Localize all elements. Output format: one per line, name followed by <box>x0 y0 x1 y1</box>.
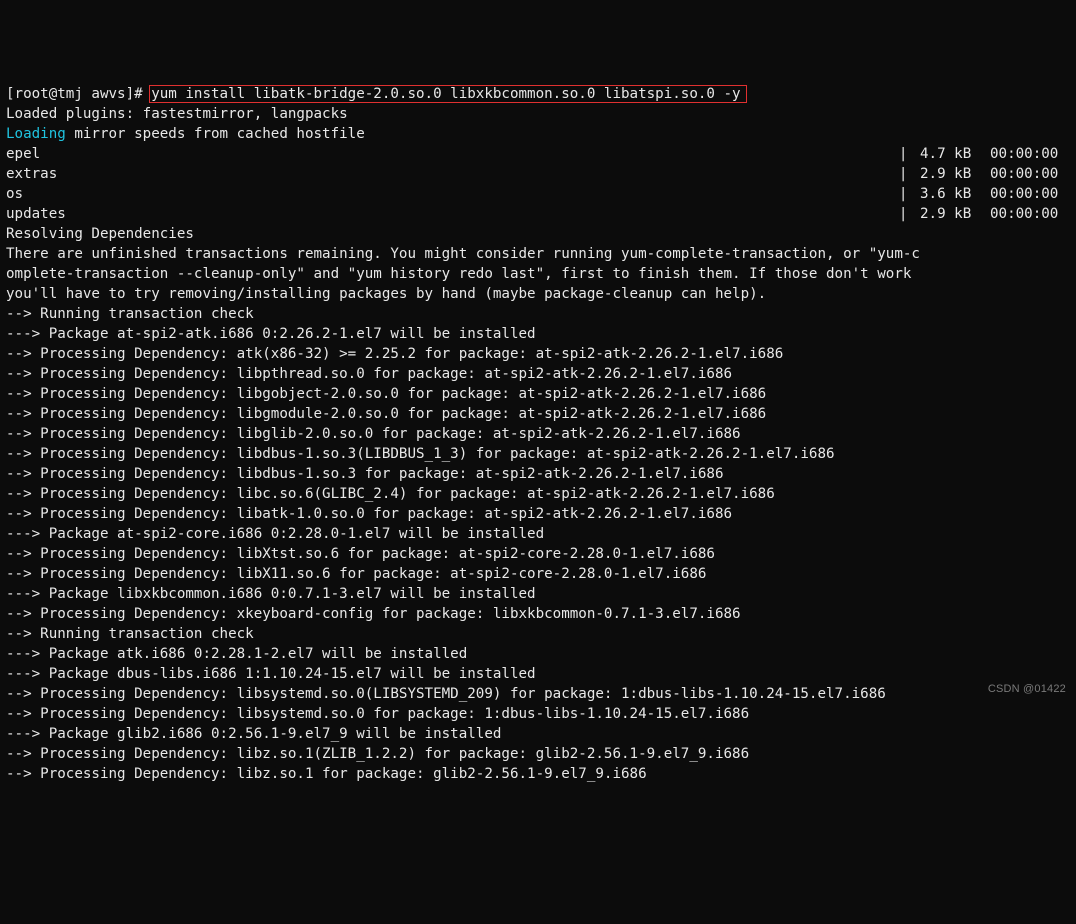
loaded-plugins-line: Loaded plugins: fastestmirror, langpacks <box>6 104 1070 124</box>
output-line: --> Processing Dependency: libXtst.so.6 … <box>6 544 1070 564</box>
repo-time: 00:00:00 <box>990 184 1070 204</box>
shell-command: yum install libatk-bridge-2.0.so.0 libxk… <box>151 86 740 102</box>
output-line: --> Processing Dependency: libdbus-1.so.… <box>6 444 1070 464</box>
watermark: CSDN @01422 <box>988 679 1066 699</box>
repo-separator: | <box>66 204 920 224</box>
repo-row: epel| 4.7 kB 00:00:00 <box>6 144 1070 164</box>
output-line: --> Running transaction check <box>6 304 1070 324</box>
repo-size: 2.9 kB <box>920 204 990 224</box>
repo-name: epel <box>6 144 40 164</box>
repo-row: extras| 2.9 kB 00:00:00 <box>6 164 1070 184</box>
repo-name: extras <box>6 164 57 184</box>
output-line: --> Processing Dependency: libz.so.1 for… <box>6 764 1070 784</box>
output-line: ---> Package dbus-libs.i686 1:1.10.24-15… <box>6 664 1070 684</box>
output-line: ---> Package atk.i686 0:2.28.1-2.el7 wil… <box>6 644 1070 664</box>
repo-row: os| 3.6 kB 00:00:00 <box>6 184 1070 204</box>
output-line: --> Processing Dependency: libsystemd.so… <box>6 684 1070 704</box>
output-line: --> Processing Dependency: libX11.so.6 f… <box>6 564 1070 584</box>
output-line: ---> Package libxkbcommon.i686 0:0.7.1-3… <box>6 584 1070 604</box>
terminal-output[interactable]: [root@tmj awvs]# yum install libatk-brid… <box>6 84 1070 784</box>
repo-time: 00:00:00 <box>990 164 1070 184</box>
loading-word: Loading <box>6 126 66 142</box>
output-line: ---> Package at-spi2-core.i686 0:2.28.0-… <box>6 524 1070 544</box>
output-line: ---> Package at-spi2-atk.i686 0:2.26.2-1… <box>6 324 1070 344</box>
loading-rest: mirror speeds from cached hostfile <box>66 126 365 142</box>
repo-name: os <box>6 184 23 204</box>
repo-size: 3.6 kB <box>920 184 990 204</box>
output-line: omplete-transaction --cleanup-only" and … <box>6 264 1070 284</box>
output-line: --> Processing Dependency: libgobject-2.… <box>6 384 1070 404</box>
prompt-line: [root@tmj awvs]# yum install libatk-brid… <box>6 84 1070 104</box>
output-line: Resolving Dependencies <box>6 224 1070 244</box>
repo-size: 2.9 kB <box>920 164 990 184</box>
repo-separator: | <box>40 144 920 164</box>
output-line: --> Processing Dependency: atk(x86-32) >… <box>6 344 1070 364</box>
repo-time: 00:00:00 <box>990 144 1070 164</box>
output-line: --> Processing Dependency: libsystemd.so… <box>6 704 1070 724</box>
repo-row: updates| 2.9 kB 00:00:00 <box>6 204 1070 224</box>
repo-size: 4.7 kB <box>920 144 990 164</box>
output-line: --> Processing Dependency: libgmodule-2.… <box>6 404 1070 424</box>
repo-separator: | <box>23 184 920 204</box>
output-line: --> Processing Dependency: libatk-1.0.so… <box>6 504 1070 524</box>
output-line: --> Processing Dependency: libglib-2.0.s… <box>6 424 1070 444</box>
output-line: you'll have to try removing/installing p… <box>6 284 1070 304</box>
output-line: --> Processing Dependency: libpthread.so… <box>6 364 1070 384</box>
output-line: ---> Package glib2.i686 0:2.56.1-9.el7_9… <box>6 724 1070 744</box>
output-line: --> Processing Dependency: libdbus-1.so.… <box>6 464 1070 484</box>
output-line: --> Processing Dependency: xkeyboard-con… <box>6 604 1070 624</box>
output-line: --> Processing Dependency: libc.so.6(GLI… <box>6 484 1070 504</box>
output-line: There are unfinished transactions remain… <box>6 244 1070 264</box>
repo-separator: | <box>57 164 920 184</box>
output-line: --> Running transaction check <box>6 624 1070 644</box>
repo-time: 00:00:00 <box>990 204 1070 224</box>
shell-prompt: [root@tmj awvs]# <box>6 86 143 102</box>
loading-line: Loading mirror speeds from cached hostfi… <box>6 124 1070 144</box>
output-line: --> Processing Dependency: libz.so.1(ZLI… <box>6 744 1070 764</box>
repo-name: updates <box>6 204 66 224</box>
